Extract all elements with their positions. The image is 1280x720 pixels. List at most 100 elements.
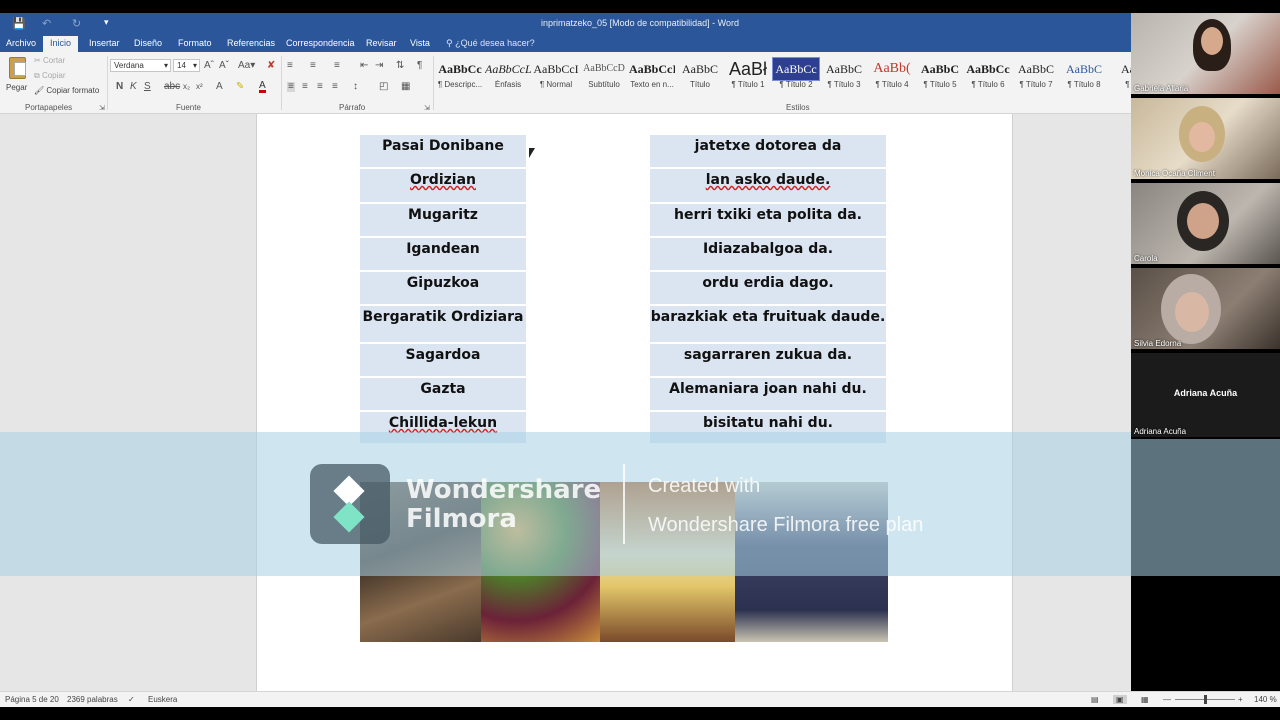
text-effects-icon[interactable]: A (216, 82, 223, 92)
tab-revisar[interactable]: Revisar (366, 38, 397, 48)
justify-icon[interactable]: ≡ (332, 82, 338, 92)
tab-archivo[interactable]: Archivo (6, 38, 36, 48)
superscript-icon[interactable]: x² (196, 82, 203, 92)
change-case-button[interactable]: Aa▾ (238, 61, 255, 71)
style-item[interactable]: AaBbCcI Texto en n... (629, 58, 675, 98)
style-item[interactable]: AaBbCcD Subtítulo (581, 58, 627, 98)
table-cell-right[interactable]: ordu erdia dago. (650, 272, 886, 306)
table-cell-right[interactable]: Alemaniara joan nahi du. (650, 378, 886, 412)
style-item[interactable]: AaBbCcL Énfasis (485, 58, 531, 98)
underline-button[interactable]: S (144, 82, 151, 92)
decrease-indent-icon[interactable]: ⇤ (360, 61, 368, 71)
participant-tile[interactable]: Silvia Edorna (1131, 268, 1280, 351)
zoom-slider-thumb[interactable] (1204, 695, 1207, 704)
style-name: Texto en n... (630, 80, 674, 89)
zoom-slider[interactable] (1175, 695, 1235, 704)
cut-button[interactable]: ✂ Cortar (34, 56, 65, 65)
zoom-level[interactable]: 140 % (1254, 695, 1277, 704)
style-item[interactable]: AaBbCc ¶ Descripc... (437, 58, 483, 98)
multilevel-list-icon[interactable]: ≡ (334, 61, 340, 71)
tab-formato[interactable]: Formato (178, 38, 212, 48)
borders-icon[interactable]: ▦ (401, 82, 410, 92)
grow-font-icon[interactable]: Aˆ (204, 61, 214, 71)
table-cell-left[interactable]: Gazta (360, 378, 526, 412)
table-cell-right[interactable]: jatetxe dotorea da (650, 135, 886, 169)
participant-tile[interactable]: Carola (1131, 183, 1280, 266)
copy-icon: ⧉ (34, 71, 40, 80)
table-cell-right[interactable]: sagarraren zukua da. (650, 344, 886, 378)
table-cell-left[interactable]: Igandean (360, 238, 526, 272)
print-layout-icon[interactable]: ▣ (1113, 695, 1127, 704)
font-name-select[interactable]: Verdana ▾ (110, 59, 171, 72)
style-item[interactable]: AaBbCcI ¶ Normal (533, 58, 579, 98)
clipboard-group-label: Portapapeles (25, 103, 73, 112)
cell-text: lan asko daude. (705, 172, 831, 188)
strikethrough-icon[interactable]: abc (164, 82, 180, 92)
increase-indent-icon[interactable]: ⇥ (375, 61, 383, 71)
shading-icon[interactable]: ◰ (379, 82, 388, 92)
style-item[interactable]: AaBbC ¶ Título 7 (1013, 58, 1059, 98)
tab-vista[interactable]: Vista (410, 38, 430, 48)
copy-button[interactable]: ⧉ Copiar (34, 71, 66, 81)
style-item[interactable]: AaBbC ¶ Título 5 (917, 58, 963, 98)
table-cell-left[interactable]: Ordizian (360, 169, 526, 204)
bold-button[interactable]: N (116, 82, 123, 92)
font-size-select[interactable]: 14 ▾ (173, 59, 200, 72)
zoom-in-button[interactable]: + (1238, 695, 1243, 704)
tell-me-box[interactable]: ⚲ ¿Qué desea hacer? (446, 38, 535, 49)
style-item[interactable]: AaBbCc ¶ Título 6 (965, 58, 1011, 98)
participant-tile[interactable]: Gabriela Allaria (1131, 13, 1280, 96)
highlight-icon[interactable]: ✎ (236, 82, 244, 92)
read-mode-icon[interactable]: ▤ (1091, 695, 1099, 704)
table-cell-left[interactable]: Mugaritz (360, 204, 526, 238)
style-item[interactable]: AaBbCc ¶ Título 2 (772, 57, 820, 98)
tab-referencias[interactable]: Referencias (227, 38, 275, 48)
show-marks-icon[interactable]: ¶ (417, 61, 422, 71)
cell-text: Alemaniara joan nahi du. (669, 381, 867, 397)
subscript-icon[interactable]: x₂ (183, 82, 190, 92)
participant-tile[interactable]: Monica Ocaña Climent (1131, 98, 1280, 181)
font-color-icon[interactable]: A (259, 81, 266, 93)
bullets-icon[interactable]: ≡ (287, 61, 293, 71)
format-painter-button[interactable]: 🖌 Copiar formato (34, 86, 99, 95)
cell-text: Ordizian (410, 172, 476, 188)
dialog-launcher-icon[interactable]: ⇲ (424, 104, 430, 114)
line-spacing-icon[interactable]: ↕ (353, 82, 358, 92)
paste-button[interactable]: Pegar (5, 55, 31, 99)
shrink-font-icon[interactable]: Aˇ (219, 61, 229, 71)
table-cell-left[interactable]: Sagardoa (360, 344, 526, 378)
tab-inicio[interactable]: Inicio (43, 36, 79, 52)
italic-button[interactable]: K (130, 82, 137, 92)
table-cell-right[interactable]: lan asko daude. (650, 169, 886, 204)
tab-insertar[interactable]: Insertar (89, 38, 120, 48)
style-sample: AaBbCcI (629, 62, 675, 76)
page-count[interactable]: Página 5 de 20 (5, 695, 59, 704)
proofing-icon[interactable]: ✓ (128, 695, 135, 704)
dialog-launcher-icon[interactable]: ⇲ (99, 104, 105, 114)
numbering-icon[interactable]: ≡ (310, 61, 316, 71)
table-cell-right[interactable]: barazkiak eta fruituak daude. (650, 306, 886, 344)
participant-tile[interactable]: Adriana Acuña Adriana Acuña (1131, 353, 1280, 439)
web-layout-icon[interactable]: ▦ (1141, 695, 1149, 704)
table-cell-left[interactable]: Gipuzkoa (360, 272, 526, 306)
tab-diseno[interactable]: Diseño (134, 38, 162, 48)
style-item[interactable]: AaBbC ¶ Título 3 (821, 58, 867, 98)
word-count[interactable]: 2369 palabras (67, 695, 118, 704)
table-cell-left[interactable]: Bergaratik Ordiziara (360, 306, 526, 344)
style-item[interactable]: AaBb(¶ Título 4 (869, 58, 915, 98)
clear-formatting-icon[interactable]: ✘ (267, 61, 275, 71)
table-cell-right[interactable]: herri txiki eta polita da. (650, 204, 886, 238)
table-cell-right[interactable]: Idiazabalgoa da. (650, 238, 886, 272)
table-cell-left[interactable]: Pasai Donibane (360, 135, 526, 169)
sort-icon[interactable]: ⇅ (396, 61, 404, 71)
participant-name: Monica Ocaña Climent (1134, 169, 1215, 178)
align-right-icon[interactable]: ≡ (317, 82, 323, 92)
style-item[interactable]: AaBł ¶ Título 1 (725, 58, 771, 98)
zoom-out-button[interactable]: — (1163, 695, 1171, 704)
style-item[interactable]: AaBbC Título (677, 58, 723, 98)
language-indicator[interactable]: Euskera (148, 695, 177, 704)
style-item[interactable]: AaBbC ¶ Título 8 (1061, 58, 1107, 98)
tab-correspondencia[interactable]: Correspondencia (286, 38, 355, 48)
align-left-icon[interactable]: ≡ (287, 82, 295, 92)
align-center-icon[interactable]: ≡ (302, 82, 308, 92)
